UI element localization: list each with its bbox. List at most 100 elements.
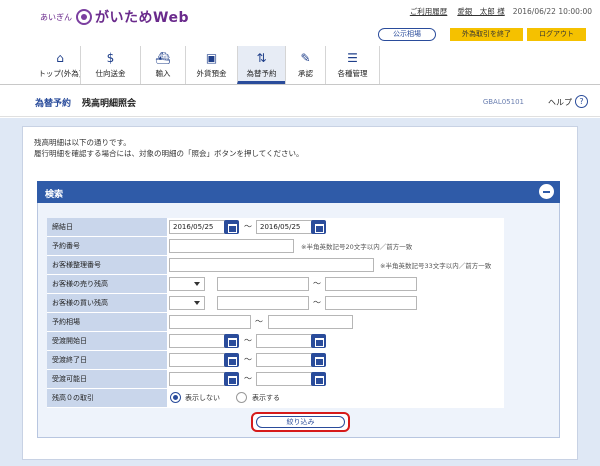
buy-balance-from-input[interactable] xyxy=(217,296,309,310)
current-datetime: 2016/06/22 10:00:00 xyxy=(512,7,592,16)
input-note: ※半角英数記号33文字以内／前方一致 xyxy=(380,262,492,270)
nav-label: 為替予約 xyxy=(246,69,277,78)
range-separator: ～ xyxy=(244,336,252,345)
delivery-start-from-input[interactable] xyxy=(169,334,227,348)
calendar-icon[interactable] xyxy=(224,334,239,348)
field-label: お客様整理番号 xyxy=(47,256,167,274)
field-label: お客様の売り残高 xyxy=(47,275,167,293)
field-label: 予約相場 xyxy=(47,313,167,331)
field-value: 表示しない 表示する xyxy=(167,389,504,407)
range-separator: ～ xyxy=(313,298,321,307)
help-icon[interactable]: ? xyxy=(575,95,588,108)
top-info: ご利用履歴 愛銀 太郎 様 2016/06/22 10:00:00 xyxy=(410,6,592,17)
radio-hide[interactable] xyxy=(170,392,181,403)
rate-to-input[interactable] xyxy=(268,315,353,329)
row-customer-ref: お客様整理番号 ※半角英数記号33文字以内／前方一致 xyxy=(47,256,504,275)
calendar-icon[interactable] xyxy=(224,372,239,386)
exchange-icon: ⇅ xyxy=(256,51,267,65)
nav-label: 各種管理 xyxy=(337,69,368,78)
logout-button[interactable]: ログアウト xyxy=(527,28,586,41)
search-header: 検索 xyxy=(37,181,560,203)
sell-currency-select[interactable] xyxy=(169,277,205,291)
nav-label: 輸入 xyxy=(155,69,171,78)
end-forex-button[interactable]: 外為取引を終了 xyxy=(450,28,523,41)
description-line: 残高明細は以下の通りです。 xyxy=(34,138,131,147)
delivery-start-to-input[interactable] xyxy=(256,334,314,348)
nav-item-top[interactable]: ⌂ トップ(外為) xyxy=(38,46,82,84)
nav-item-remittance[interactable]: $ 仕向送金 xyxy=(80,46,140,84)
calendar-icon[interactable] xyxy=(311,334,326,348)
radio-hide-label: 表示しない xyxy=(185,394,220,402)
delivery-possible-to-input[interactable] xyxy=(256,372,314,386)
nav-divider xyxy=(0,84,600,85)
range-separator: ～ xyxy=(244,374,252,383)
field-label: 受渡終了日 xyxy=(47,351,167,369)
nav-label: 承認 xyxy=(298,69,313,78)
nav-label: 外貨預金 xyxy=(196,69,227,78)
buy-currency-select[interactable] xyxy=(169,296,205,310)
sell-balance-to-input[interactable] xyxy=(325,277,417,291)
home-icon: ⌂ xyxy=(56,51,64,65)
field-value: ※半角英数記号33文字以内／前方一致 xyxy=(167,256,504,274)
row-delivery-possible: 受渡可能日 ～ xyxy=(47,370,504,389)
field-value: ～ xyxy=(167,351,504,369)
radio-show[interactable] xyxy=(236,392,247,403)
reservation-number-input[interactable] xyxy=(169,239,294,253)
collapse-icon[interactable] xyxy=(539,184,554,199)
range-separator: ～ xyxy=(313,279,321,288)
nav-label: 仕向送金 xyxy=(95,69,126,78)
nav-item-exchange[interactable]: ⇅ 為替予約 xyxy=(237,46,285,84)
nav-label: トップ(外為) xyxy=(38,69,82,78)
screen-id: GBAL05101 xyxy=(482,98,524,106)
range-separator: ～ xyxy=(255,317,263,326)
approval-icon: ✎ xyxy=(300,51,311,65)
main-nav: ⌂ トップ(外為) $ 仕向送金 ⛴ 輸入 ▣ 外貨預金 ⇅ 為替予約 ✎ 承認… xyxy=(38,46,380,84)
ship-icon: ⛴ xyxy=(155,51,171,65)
rate-from-input[interactable] xyxy=(169,315,251,329)
row-zero-balance: 残高０の取引 表示しない 表示する xyxy=(47,389,504,408)
radio-show-label: 表示する xyxy=(252,394,280,402)
nav-item-approval[interactable]: ✎ 承認 xyxy=(285,46,325,84)
bank-logo[interactable]: あいぎん がいためWeb xyxy=(40,7,189,27)
delivery-end-to-input[interactable] xyxy=(256,353,314,367)
calendar-icon[interactable] xyxy=(224,220,239,234)
calendar-icon[interactable] xyxy=(311,353,326,367)
contract-date-from-input[interactable]: 2016/05/25 xyxy=(169,220,227,234)
row-delivery-end: 受渡終了日 ～ xyxy=(47,351,504,370)
logo-mark-icon xyxy=(76,9,92,25)
row-contract-date: 締結日 2016/05/25 ～ 2016/05/25 xyxy=(47,218,504,237)
customer-ref-input[interactable] xyxy=(169,258,374,272)
field-label: 予約番号 xyxy=(47,237,167,255)
row-buy-balance: お客様の買い残高 ～ xyxy=(47,294,504,313)
nav-item-import[interactable]: ⛴ 輸入 xyxy=(140,46,185,84)
logo-bank-name: あいぎん xyxy=(40,12,72,22)
delivery-end-from-input[interactable] xyxy=(169,353,227,367)
nav-item-management[interactable]: ☰ 各種管理 xyxy=(325,46,380,84)
sell-balance-from-input[interactable] xyxy=(217,277,309,291)
help-link[interactable]: ヘルプ xyxy=(548,97,572,108)
range-separator: ～ xyxy=(244,222,252,231)
field-value: ～ xyxy=(167,370,504,388)
delivery-possible-from-input[interactable] xyxy=(169,372,227,386)
calendar-icon[interactable] xyxy=(311,372,326,386)
field-value: ～ xyxy=(167,332,504,350)
field-value: ※半角英数記号20文字以内／前方一致 xyxy=(167,237,504,255)
nav-item-deposit[interactable]: ▣ 外貨預金 xyxy=(185,46,237,84)
buy-balance-to-input[interactable] xyxy=(325,296,417,310)
range-separator: ～ xyxy=(244,355,252,364)
user-name-link[interactable]: 愛銀 太郎 様 xyxy=(457,6,504,17)
contract-date-to-input[interactable]: 2016/05/25 xyxy=(256,220,314,234)
row-reservation-number: 予約番号 ※半角英数記号20文字以内／前方一致 xyxy=(47,237,504,256)
field-label: 受渡可能日 xyxy=(47,370,167,388)
field-value: 2016/05/25 ～ 2016/05/25 xyxy=(167,218,504,236)
calendar-icon[interactable] xyxy=(224,353,239,367)
logo-service-name: がいためWeb xyxy=(95,10,189,26)
header: あいぎん がいためWeb ご利用履歴 愛銀 太郎 様 2016/06/22 10… xyxy=(0,0,600,46)
calendar-icon[interactable] xyxy=(311,220,326,234)
field-label: 残高０の取引 xyxy=(47,389,167,407)
field-label: お客様の買い残高 xyxy=(47,294,167,312)
public-rate-button[interactable]: 公示相場 xyxy=(378,28,436,41)
filter-button[interactable]: 絞り込み xyxy=(256,416,345,428)
description-line: 履行明細を確認する場合には、対象の明細の「照会」ボタンを押してください。 xyxy=(34,149,304,158)
login-history-link[interactable]: ご利用履歴 xyxy=(410,6,448,17)
